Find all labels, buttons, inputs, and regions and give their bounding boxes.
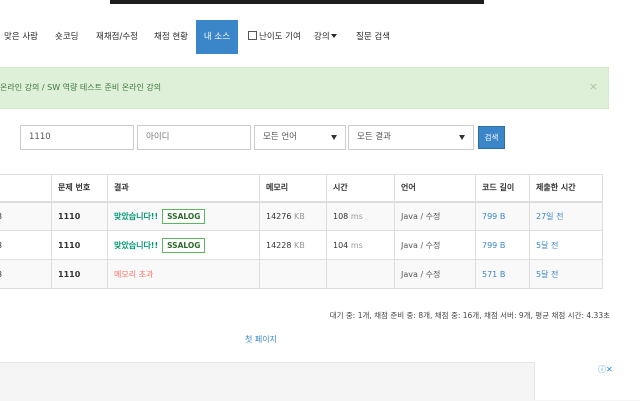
result-cell: 맞았습니다!! SSALOG xyxy=(107,201,260,231)
submitted-time: 27일 전 xyxy=(529,201,603,231)
ad-choices-icon[interactable]: ⓘ✕ xyxy=(598,364,613,375)
external-link-icon xyxy=(248,31,257,40)
language-link[interactable]: Java / 수정 xyxy=(394,201,476,231)
search-button[interactable]: 검색 xyxy=(478,126,505,149)
close-icon[interactable]: × xyxy=(589,80,598,93)
memory-cell xyxy=(259,259,327,289)
tab-short-coding[interactable]: 숏코딩 xyxy=(55,20,78,54)
alert-link[interactable]: 온라인 강의 / SW 역량 테스트 준비 온라인 강의 xyxy=(0,82,161,93)
time-unit: ms xyxy=(350,240,363,250)
tab-accepted-users[interactable]: 맞은 사람 xyxy=(4,20,38,54)
result-text[interactable]: 맞았습니다!! xyxy=(114,241,158,250)
table-row: 3 1110 맞았습니다!! SSALOG 14228 KB 104 ms Jav… xyxy=(0,230,603,260)
caret-down-icon xyxy=(330,34,337,38)
problem-nav-tabs: 맞은 사람 숏코딩 재채점/수정 채점 현황 내 소스 난이도 기여 강의 질문… xyxy=(0,20,640,54)
problem-link[interactable]: 1110 xyxy=(51,201,108,231)
user-id-input[interactable]: 아이디 xyxy=(137,125,251,150)
code-length-link[interactable]: 799 B xyxy=(475,201,530,231)
language-link[interactable]: Java / 수정 xyxy=(394,230,476,260)
tab-status[interactable]: 채점 현황 xyxy=(154,20,188,54)
submission-id[interactable]: 3 xyxy=(0,201,52,231)
code-length-link[interactable]: 799 B xyxy=(475,230,530,260)
submission-id[interactable]: 3 xyxy=(0,230,52,260)
result-select[interactable]: 모든 결과 xyxy=(348,125,474,150)
lecture-alert: 온라인 강의 / SW 역량 테스트 준비 온라인 강의 × xyxy=(0,67,609,109)
problem-link[interactable]: 1110 xyxy=(51,259,108,289)
submitted-time: 5달 전 xyxy=(529,259,603,289)
problem-link[interactable]: 1110 xyxy=(51,230,108,260)
language-link[interactable]: Java / 수정 xyxy=(394,259,476,289)
tab-question-search[interactable]: 질문 검색 xyxy=(356,20,390,54)
tab-lectures-dropdown[interactable]: 강의 xyxy=(314,20,337,54)
tab-difficulty-contribution[interactable]: 난이도 기여 xyxy=(248,20,301,54)
memory-cell: 14276 KB xyxy=(259,201,327,231)
ad-slot xyxy=(534,362,640,400)
first-page-link[interactable]: 첫 페이지 xyxy=(245,334,277,345)
tab-lectures-label: 강의 xyxy=(314,32,330,42)
submitted-time: 5달 전 xyxy=(529,230,603,260)
memory-value: 14228 xyxy=(266,240,292,250)
memory-unit: KB xyxy=(294,240,305,250)
code-length-link[interactable]: 571 B xyxy=(475,259,530,289)
result-text[interactable]: 맞았습니다!! xyxy=(114,212,158,221)
table-row: 3 1110 메모리 초과 Java / 수정 571 B 5달 전 xyxy=(0,259,603,289)
col-memory: 메모리 xyxy=(259,174,327,203)
time-cell xyxy=(326,259,395,289)
banner-image-strip xyxy=(110,0,484,4)
result-text[interactable]: 메모리 초과 xyxy=(114,270,153,279)
ssalog-share-button[interactable]: SSALOG xyxy=(162,237,206,253)
memory-cell: 14228 KB xyxy=(259,230,327,260)
col-result: 결과 xyxy=(107,174,260,203)
col-problem: 문제 번호 xyxy=(51,174,108,203)
time-value: 108 xyxy=(333,211,349,221)
time-value: 104 xyxy=(333,240,349,250)
memory-unit: KB xyxy=(294,211,305,221)
top-banner xyxy=(0,0,640,4)
table-row: 3 1110 맞았습니다!! SSALOG 14276 KB 108 ms Jav… xyxy=(0,201,603,231)
ssalog-share-button[interactable]: SSALOG xyxy=(162,208,206,224)
tab-difficulty-label: 난이도 기여 xyxy=(259,32,301,42)
judge-queue-stats: 대기 중: 1개, 채점 준비 중: 8개, 채점 중: 16개, 채점 서버:… xyxy=(329,311,610,320)
col-time: 시간 xyxy=(326,174,395,203)
language-select[interactable]: 모든 언어 xyxy=(254,125,346,150)
time-unit: ms xyxy=(350,211,363,221)
result-cell: 맞았습니다!! SSALOG xyxy=(107,230,260,260)
table-header-row: 문제 번호 결과 메모리 시간 언어 코드 길이 제출한 시간 xyxy=(0,174,603,203)
memory-value: 14276 xyxy=(266,211,292,221)
col-submission-id xyxy=(0,174,52,203)
tab-my-source[interactable]: 내 소스 xyxy=(196,20,238,54)
tab-rejudge[interactable]: 재채점/수정 xyxy=(96,20,138,54)
result-cell: 메모리 초과 xyxy=(107,259,260,289)
col-code-length: 코드 길이 xyxy=(475,174,530,203)
submission-id[interactable]: 3 xyxy=(0,259,52,289)
status-table: 문제 번호 결과 메모리 시간 언어 코드 길이 제출한 시간 3 1110 맞… xyxy=(0,174,603,289)
col-language: 언어 xyxy=(394,174,476,203)
col-submitted: 제출한 시간 xyxy=(529,174,603,203)
time-cell: 104 ms xyxy=(326,230,395,260)
problem-id-input[interactable]: 1110 xyxy=(20,125,134,150)
time-cell: 108 ms xyxy=(326,201,395,231)
